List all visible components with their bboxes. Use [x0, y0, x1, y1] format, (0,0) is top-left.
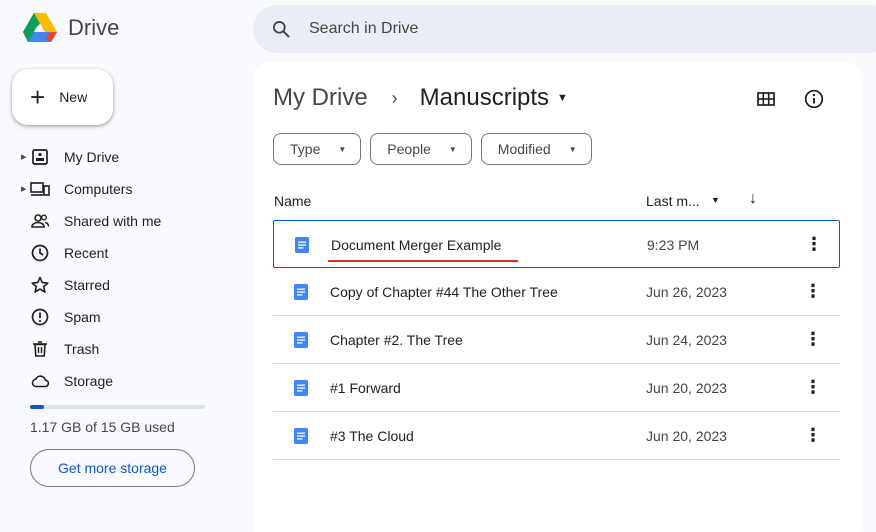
sort-direction-arrow-icon[interactable]: ↓ — [749, 190, 757, 208]
sidebar-item-spam[interactable]: Spam — [0, 301, 240, 333]
sidebar-item-label: My Drive — [64, 149, 120, 165]
shared-icon — [30, 211, 50, 231]
file-name: #1 Forward — [330, 380, 401, 396]
file-name: Copy of Chapter #44 The Other Tree — [330, 284, 558, 300]
column-modified-header[interactable]: Last m... — [646, 193, 700, 209]
new-button-label: New — [59, 89, 88, 105]
sidebar-item-storage[interactable]: Storage — [0, 365, 240, 397]
sidebar-item-trash[interactable]: Trash — [0, 333, 240, 365]
sidebar-item-label: Starred — [64, 277, 110, 293]
sidebar-nav: ▶ My Drive ▶ Computers Shared with me Re… — [0, 141, 240, 397]
sidebar-item-label: Computers — [64, 181, 133, 197]
storage-used-text: 1.17 GB of 15 GB used — [30, 419, 175, 435]
chip-label: Type — [290, 141, 321, 157]
filter-type-chip[interactable]: Type ▼ — [273, 133, 362, 165]
annotation-underline — [328, 260, 518, 262]
search-input[interactable] — [309, 20, 709, 38]
sidebar-item-starred[interactable]: Starred — [0, 269, 240, 301]
main-panel: My Drive › Manuscripts ▼ Type ▼ People ▼ M… — [253, 62, 861, 532]
file-modified-date: Jun 20, 2023 — [646, 380, 727, 396]
more-actions-icon[interactable]: ⋮ — [803, 328, 823, 350]
clock-icon — [30, 243, 50, 263]
dropdown-arrow-icon: ▼ — [568, 144, 577, 154]
dropdown-arrow-icon: ▼ — [338, 144, 347, 154]
plus-icon: + — [30, 82, 46, 112]
trash-icon — [30, 339, 50, 359]
sidebar-item-label: Shared with me — [64, 213, 162, 229]
search-icon[interactable] — [271, 19, 291, 39]
google-doc-icon — [294, 284, 308, 300]
sidebar-item-label: Trash — [64, 341, 100, 357]
sidebar-item-label: Storage — [64, 373, 114, 389]
sidebar-item-my-drive[interactable]: ▶ My Drive — [0, 141, 240, 173]
search-bar[interactable] — [253, 5, 876, 53]
sidebar-item-label: Spam — [64, 309, 101, 325]
file-list-header: Name Last m... ▼ ↓ — [273, 190, 840, 212]
storage-progress-bar — [30, 405, 205, 409]
filter-chips: Type ▼ People ▼ Modified ▼ — [273, 133, 592, 165]
storage-progress-fill — [30, 405, 44, 409]
chevron-right-icon: › — [391, 87, 398, 108]
app-name: Drive — [68, 15, 120, 40]
google-doc-icon — [295, 237, 309, 253]
column-dropdown-icon[interactable]: ▼ — [711, 195, 720, 205]
sidebar-item-computers[interactable]: ▶ Computers — [0, 173, 240, 205]
file-row[interactable]: #3 The Cloud Jun 20, 2023 ⋮ — [273, 412, 840, 460]
file-modified-date: Jun 26, 2023 — [646, 284, 727, 300]
drive-logo[interactable]: Drive — [22, 12, 119, 44]
file-row[interactable]: Chapter #2. The Tree Jun 24, 2023 ⋮ — [273, 316, 840, 364]
google-doc-icon — [294, 428, 308, 444]
file-name: #3 The Cloud — [330, 428, 414, 444]
filter-modified-chip[interactable]: Modified ▼ — [480, 133, 592, 165]
chip-label: People — [387, 141, 431, 157]
file-row[interactable]: Document Merger Example 9:23 PM ⋮ — [273, 220, 840, 268]
more-actions-icon[interactable]: ⋮ — [803, 280, 823, 302]
computers-icon — [30, 179, 50, 199]
file-modified-date: 9:23 PM — [647, 237, 700, 253]
file-modified-date: Jun 24, 2023 — [646, 332, 727, 348]
sidebar-item-recent[interactable]: Recent — [0, 237, 240, 269]
grid-view-icon[interactable] — [755, 88, 777, 110]
folder-dropdown-icon[interactable]: ▼ — [557, 92, 568, 104]
more-actions-icon[interactable]: ⋮ — [804, 233, 824, 255]
breadcrumb-current-folder[interactable]: Manuscripts — [420, 84, 549, 112]
sidebar-item-label: Recent — [64, 245, 109, 261]
file-row[interactable]: Copy of Chapter #44 The Other Tree Jun 2… — [273, 268, 840, 316]
new-button[interactable]: + New — [12, 69, 113, 125]
more-actions-icon[interactable]: ⋮ — [803, 376, 823, 398]
file-list: Document Merger Example 9:23 PM ⋮ Copy o… — [273, 220, 840, 460]
sidebar-item-shared[interactable]: Shared with me — [0, 205, 240, 237]
file-modified-date: Jun 20, 2023 — [646, 428, 727, 444]
chip-label: Modified — [497, 141, 551, 157]
spam-icon — [30, 307, 50, 327]
cloud-icon — [30, 371, 50, 391]
expand-caret-icon[interactable]: ▶ — [21, 185, 26, 193]
file-name: Document Merger Example — [331, 237, 502, 253]
dropdown-arrow-icon: ▼ — [448, 144, 457, 154]
expand-caret-icon[interactable]: ▶ — [21, 153, 26, 161]
info-icon[interactable] — [803, 88, 825, 110]
star-icon — [30, 275, 50, 295]
google-doc-icon — [294, 380, 308, 396]
my-drive-icon — [30, 147, 50, 167]
google-doc-icon — [294, 332, 308, 348]
column-name-header[interactable]: Name — [274, 193, 311, 209]
drive-logo-icon — [23, 13, 57, 42]
breadcrumb: My Drive › Manuscripts ▼ — [273, 84, 568, 112]
more-actions-icon[interactable]: ⋮ — [803, 424, 823, 446]
file-row[interactable]: #1 Forward Jun 20, 2023 ⋮ — [273, 364, 840, 412]
filter-people-chip[interactable]: People ▼ — [370, 133, 472, 165]
breadcrumb-my-drive[interactable]: My Drive — [273, 84, 368, 112]
get-more-storage-button[interactable]: Get more storage — [30, 449, 195, 487]
file-name: Chapter #2. The Tree — [330, 332, 463, 348]
